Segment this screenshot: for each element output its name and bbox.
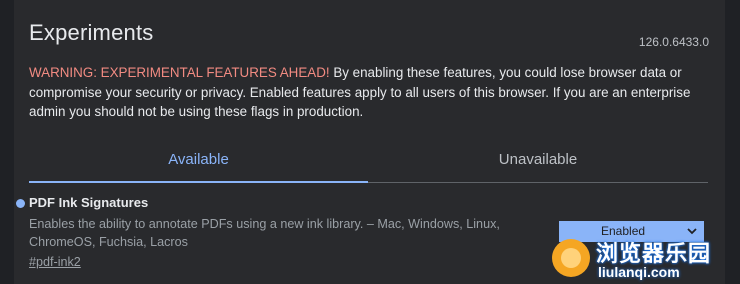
flags-page: Experiments 126.0.6433.0 WARNING: EXPERI…	[0, 0, 740, 284]
modified-indicator-dot	[16, 199, 25, 208]
watermark: 浏览器乐园 liulanqi.com	[548, 233, 738, 283]
watermark-logo-icon	[552, 239, 590, 277]
tab-available[interactable]: Available	[29, 138, 368, 183]
tab-unavailable[interactable]: Unavailable	[368, 138, 708, 182]
flag-anchor-link[interactable]: #pdf-ink2	[29, 255, 81, 269]
version-label: 126.0.6433.0	[638, 35, 709, 49]
page-title: Experiments	[29, 20, 154, 45]
warning-headline: WARNING: EXPERIMENTAL FEATURES AHEAD!	[29, 65, 330, 80]
watermark-text-url: liulanqi.com	[598, 264, 680, 280]
flag-description: Enables the ability to annotate PDFs usi…	[29, 217, 500, 249]
flag-title: PDF Ink Signatures	[29, 195, 149, 210]
warning-text: WARNING: EXPERIMENTAL FEATURES AHEAD! By…	[29, 63, 709, 122]
tab-bar: Available Unavailable	[29, 138, 708, 183]
